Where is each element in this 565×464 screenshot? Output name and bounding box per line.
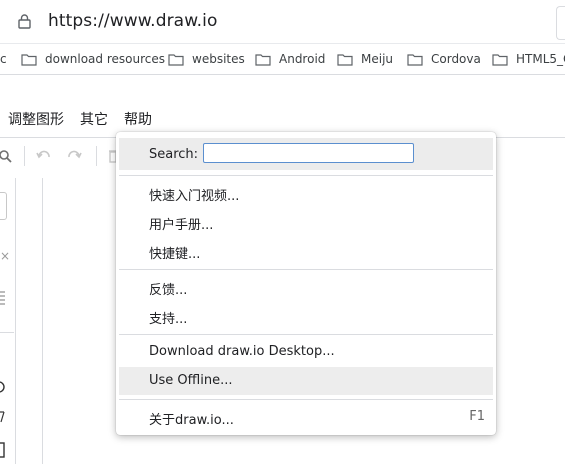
bookmark-label: download resources [45,52,165,66]
panel-search-box[interactable] [0,192,7,220]
help-menu: Search: 快速入门视频... 用户手册... 快捷键... 反馈... 支… [116,132,496,435]
bookmarks-bar: c download resources websites Android Me… [0,44,565,75]
folder-icon [21,53,37,66]
menu-item-label: 用户手册... [149,218,214,233]
panel-border [15,178,16,464]
folder-icon [492,53,508,66]
shapes-panel: × [0,178,42,464]
menu-separator [119,175,493,176]
undo-icon[interactable] [36,150,52,162]
menu-extras[interactable]: 其它 [80,109,108,133]
bookmark-folder[interactable]: Android [255,44,325,74]
menu-separator [119,269,493,270]
menu-item-support[interactable]: 支持... [119,302,493,330]
menu-item-about[interactable]: 关于draw.io... F1 [119,403,493,431]
folder-icon [337,53,353,66]
menu-item-label: 关于draw.io... [149,413,234,428]
folder-icon [255,53,271,66]
close-icon[interactable]: × [0,249,10,263]
menu-item-quickstart-video[interactable]: 快速入门视频... [119,179,493,207]
folder-icon [407,53,423,66]
url-text[interactable]: https://www.draw.io [48,11,217,31]
menu-arrange[interactable]: 调整图形 [8,109,64,133]
zoom-icon[interactable] [0,149,12,163]
menu-item-label: Use Offline... [149,373,233,388]
slash-shape-icon[interactable] [0,411,6,423]
redo-icon[interactable] [66,150,82,162]
menu-item-shortcut: F1 [469,409,485,424]
bookmark-label: Cordova [431,52,481,66]
menu-item-label: 反馈... [149,283,188,298]
extension-slot[interactable] [556,6,565,40]
bookmark-folder[interactable]: Cordova [407,44,481,74]
circle-shape-icon[interactable] [0,380,6,394]
menu-item-feedback[interactable]: 反馈... [119,273,493,301]
bookmark-item[interactable]: c [0,44,7,74]
lock-icon [18,14,31,29]
bookmark-label: Meiju [361,52,394,66]
menu-separator [119,399,493,400]
bookmark-folder[interactable]: HTML5_C [492,44,565,74]
toolbar-separator [96,146,97,166]
menu-help[interactable]: 帮助 [124,109,152,133]
menu-item-user-manual[interactable]: 用户手册... [119,208,493,236]
menu-item-label: 快速入门视频... [149,189,240,204]
toolbar-separator [24,146,25,166]
menu-item-label: 支持... [149,312,188,327]
menu-item-download-desktop[interactable]: Download draw.io Desktop... [119,338,493,366]
bookmark-folder[interactable]: websites [168,44,245,74]
folder-icon [168,53,184,66]
bookmark-label: websites [192,52,245,66]
help-search-input[interactable] [203,143,414,163]
shape-list-icon[interactable] [0,290,6,308]
help-search-row: Search: [119,138,493,170]
panel-divider [0,332,14,333]
rect-shape-icon[interactable] [0,442,6,458]
bookmark-label: c [0,52,7,66]
menu-item-label: 快捷键... [149,247,201,262]
bookmark-folder[interactable]: Meiju [337,44,393,74]
address-bar[interactable]: https://www.draw.io [0,0,565,44]
menu-item-shortcuts[interactable]: 快捷键... [119,237,493,265]
bookmark-label: Android [279,52,326,66]
drawio-menubar: 调整图形 其它 帮助 [0,109,168,133]
menu-item-use-offline[interactable]: Use Offline... [119,367,493,395]
bookmark-label: HTML5_C [516,52,565,66]
bookmark-folder[interactable]: download resources [21,44,165,74]
menu-item-label: Download draw.io Desktop... [149,344,335,359]
help-search-label: Search: [149,147,199,162]
menu-separator [119,334,493,335]
